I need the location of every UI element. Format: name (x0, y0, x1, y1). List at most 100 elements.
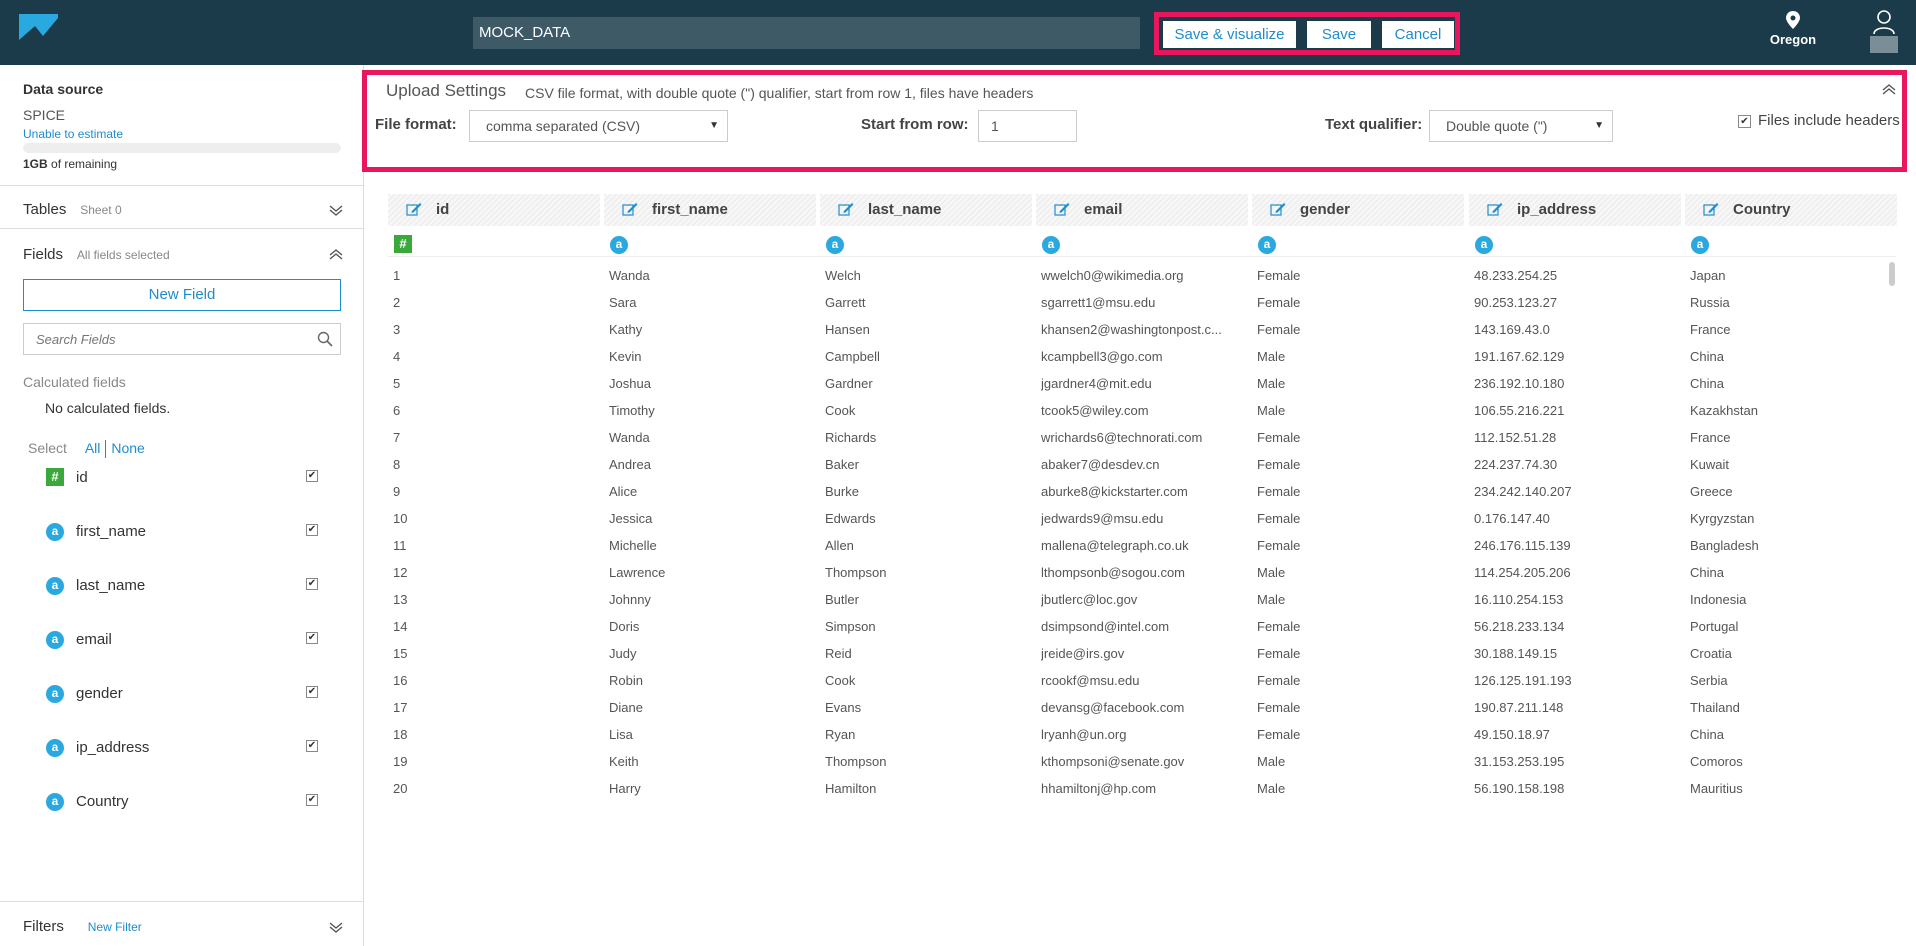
save-visualize-button[interactable]: Save & visualize (1163, 21, 1296, 48)
region-selector[interactable]: Oregon (1760, 11, 1826, 47)
field-type-wrapper: a (46, 684, 64, 703)
field-item-last-name[interactable]: a last_name ✔ (46, 575, 326, 597)
chevron-down-icon[interactable] (329, 920, 343, 934)
column-header-last-name[interactable]: last_name (820, 194, 1032, 226)
chevron-up-icon[interactable] (329, 248, 343, 262)
field-name: gender (76, 685, 123, 702)
cell-ip-address: 234.242.140.207 (1474, 484, 1572, 499)
calculated-fields-empty: No calculated fields. (45, 400, 171, 416)
search-icon[interactable] (317, 331, 333, 347)
column-header-email[interactable]: email (1036, 194, 1248, 226)
field-type-wrapper: a (46, 630, 64, 649)
dataset-name-input[interactable]: MOCK_DATA (473, 17, 1140, 49)
cell-id: 17 (393, 700, 408, 715)
tables-section-header[interactable]: Tables Sheet 0 (23, 201, 343, 218)
field-item-ip-address[interactable]: a ip_address ✔ (46, 737, 326, 759)
divider (0, 185, 363, 186)
spice-remaining: 1GB of remaining (23, 157, 117, 171)
field-type-wrapper: a (46, 522, 64, 541)
cell-ip-address: 48.233.254.25 (1474, 268, 1558, 283)
field-item-email[interactable]: a email ✔ (46, 629, 326, 651)
new-field-button[interactable]: New Field (23, 279, 341, 311)
field-checkbox[interactable]: ✔ (306, 686, 318, 698)
field-name: first_name (76, 523, 147, 540)
field-item-first-name[interactable]: a first_name ✔ (46, 521, 326, 543)
cell-last-name: Richards (825, 430, 877, 445)
cell-ip-address: 106.55.216.221 (1474, 403, 1565, 418)
column-header-country[interactable]: Country (1685, 194, 1897, 226)
start-row-input[interactable] (978, 110, 1077, 142)
table-row: 15 Judy Reid jreide@irs.gov Female 30.188.149… (388, 642, 1888, 669)
remaining-amount: 1GB (23, 157, 48, 171)
table-row: 8 Andrea Baker abaker7@desdev.cn Female 224.2… (388, 453, 1888, 480)
edit-icon[interactable] (1487, 202, 1503, 216)
file-format-select[interactable]: comma separated (CSV) ▼ (469, 110, 728, 142)
cell-id: 7 (393, 430, 401, 445)
calculated-fields-title: Calculated fields (23, 374, 126, 390)
tables-sub: Sheet 0 (80, 203, 122, 217)
cell-email: dsimpsond@intel.com (1041, 619, 1170, 634)
select-none-link[interactable]: None (111, 440, 144, 456)
filters-section-header[interactable]: Filters New Filter (23, 918, 343, 935)
field-checkbox[interactable]: ✔ (306, 632, 318, 644)
edit-icon[interactable] (1703, 202, 1719, 216)
field-item-gender[interactable]: a gender ✔ (46, 683, 326, 705)
chevron-down-icon[interactable] (329, 203, 343, 217)
table-row: 16 Robin Cook rcookf@msu.edu Female 126.125.1… (388, 669, 1888, 696)
table-row: 14 Doris Simpson dsimpsond@intel.com Female 5… (388, 615, 1888, 642)
cell-country: China (1690, 349, 1724, 364)
field-checkbox[interactable]: ✔ (306, 524, 318, 536)
cell-first-name: Wanda (609, 268, 650, 283)
table-row: 5 Joshua Gardner jgardner4@mit.edu Male 236.1… (388, 372, 1888, 399)
cell-email: wrichards6@technorati.com (1041, 430, 1203, 445)
cell-country: Indonesia (1690, 592, 1747, 607)
cell-gender: Female (1257, 430, 1301, 445)
string-type-icon: a (610, 236, 628, 254)
cell-country: France (1690, 430, 1731, 445)
field-item-country[interactable]: a Country ✔ (46, 791, 326, 813)
caret-down-icon: ▼ (1594, 120, 1604, 131)
string-type-icon: a (1258, 236, 1276, 254)
cell-email: lryanh@un.org (1041, 727, 1127, 742)
cell-first-name: Judy (609, 646, 637, 661)
cell-gender: Female (1257, 484, 1301, 499)
text-qualifier-select[interactable]: Double quote (") ▼ (1429, 110, 1613, 142)
field-checkbox[interactable]: ✔ (306, 794, 318, 806)
cancel-button[interactable]: Cancel (1382, 21, 1454, 48)
region-label: Oregon (1769, 32, 1817, 47)
search-fields-input[interactable] (24, 324, 309, 354)
cell-first-name: Robin (609, 673, 643, 688)
column-name: gender (1300, 201, 1351, 218)
cell-first-name: Lawrence (609, 565, 666, 580)
estimate-link[interactable]: Unable to estimate (23, 127, 123, 141)
column-header-gender[interactable]: gender (1252, 194, 1464, 226)
quicksight-logo-icon[interactable] (19, 14, 58, 51)
field-checkbox[interactable]: ✔ (306, 740, 318, 752)
edit-icon[interactable] (1270, 202, 1286, 216)
cell-ip-address: 16.110.254.153 (1474, 592, 1564, 607)
chevron-up-icon[interactable] (1882, 83, 1896, 97)
fields-section-header[interactable]: Fields All fields selected (23, 246, 343, 263)
select-all-link[interactable]: All (85, 440, 101, 456)
field-type-wrapper: a (46, 792, 64, 811)
cell-first-name: Wanda (609, 430, 650, 445)
edit-icon[interactable] (1054, 202, 1070, 216)
field-checkbox[interactable]: ✔ (306, 470, 318, 482)
save-button[interactable]: Save (1307, 21, 1371, 48)
edit-icon[interactable] (622, 202, 638, 216)
field-item-id[interactable]: # id ✔ (46, 467, 326, 489)
scrollbar-thumb[interactable] (1889, 262, 1895, 286)
column-header-ip-address[interactable]: ip_address (1469, 194, 1681, 226)
field-checkbox[interactable]: ✔ (306, 578, 318, 590)
edit-icon[interactable] (838, 202, 854, 216)
column-header-id[interactable]: id (388, 194, 600, 226)
edit-icon[interactable] (406, 202, 422, 216)
cell-email: tcook5@wiley.com (1041, 403, 1149, 418)
files-include-headers-checkbox[interactable]: ✔ (1738, 115, 1751, 128)
cell-ip-address: 114.254.205.206 (1474, 565, 1571, 580)
cell-gender: Male (1257, 754, 1286, 769)
new-filter-link[interactable]: New Filter (88, 920, 142, 934)
cell-last-name: Thompson (825, 565, 887, 580)
cell-last-name: Reid (825, 646, 852, 661)
column-header-first-name[interactable]: first_name (604, 194, 816, 226)
